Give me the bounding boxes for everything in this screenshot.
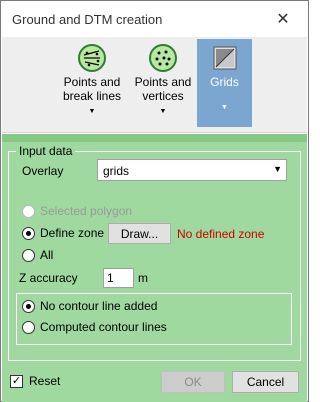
radio-circle [22,248,35,262]
zone-status: No defined zone [177,227,265,241]
points-vertices-button[interactable]: Points and vertices ▼ [132,39,194,127]
dialog-window: Ground and DTM creation ✕ Points and bre… [0,0,309,402]
grids-icon [213,46,236,70]
grids-label: Grids [210,75,239,89]
points-break-lines-button[interactable]: Points and break lines ▼ [57,39,127,127]
grids-button[interactable]: Grids ▼ [197,39,252,127]
chevron-down-icon: ▼ [159,108,167,115]
radio-all[interactable]: All [22,248,53,262]
all-label: All [40,248,54,262]
selected-polygon-label: Selected polygon [40,204,133,218]
computed-contour-label: Computed contour lines [40,320,167,334]
ok-button[interactable]: OK [161,371,225,393]
content-top-strip [2,134,307,142]
window-title: Ground and DTM creation [12,12,163,27]
radio-define-zone[interactable]: Define zone [22,226,104,240]
radio-circle [22,320,35,334]
reset-checkbox[interactable]: ✓ [10,374,23,388]
overlay-select[interactable]: grids ▼ [97,159,287,181]
overlay-value: grids [103,164,130,178]
overlay-label: Overlay [22,164,64,178]
close-icon: ✕ [276,11,290,28]
z-accuracy-label: Z accuracy [19,271,78,285]
draw-button[interactable]: Draw... [108,223,171,244]
radio-selected-polygon[interactable]: Selected polygon [22,204,132,218]
z-accuracy-input[interactable]: 1 [103,268,134,288]
no-contour-label: No contour line added [40,299,158,313]
points-break-lines-label-2: break lines [62,89,122,103]
chevron-down-icon: ▼ [273,164,282,174]
points-vertices-label-2: vertices [142,89,184,103]
define-zone-label: Define zone [40,226,105,240]
title-bar: Ground and DTM creation ✕ [1,1,308,37]
points-break-lines-label-1: Points and [63,75,121,89]
points-vertices-icon [149,44,177,72]
radio-computed-contour[interactable]: Computed contour lines [22,320,167,334]
reset-checkbox-row[interactable]: ✓ Reset [10,374,60,388]
radio-circle [22,299,35,313]
points-vertices-label-1: Points and [134,75,192,89]
z-accuracy-unit: m [138,271,148,285]
radio-circle [22,204,35,218]
reset-label: Reset [29,374,61,388]
ribbon-toolbar: Points and break lines ▼ Points and vert… [2,37,307,133]
cancel-button[interactable]: Cancel [232,371,299,393]
close-button[interactable]: ✕ [269,7,297,31]
points-break-lines-icon [78,44,106,72]
radio-circle [22,226,35,240]
chevron-down-icon: ▼ [88,108,96,115]
input-data-title: Input data [16,144,76,158]
radio-no-contour[interactable]: No contour line added [22,299,157,313]
chevron-down-icon: ▼ [221,104,228,111]
